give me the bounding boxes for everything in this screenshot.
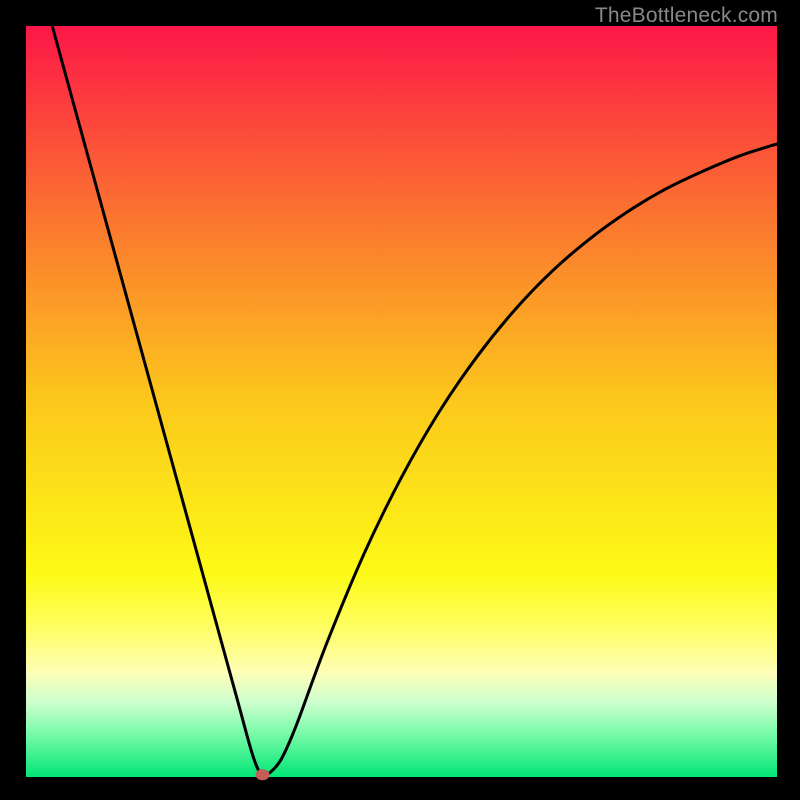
chart-container: TheBottleneck.com (0, 0, 800, 800)
watermark-label: TheBottleneck.com (595, 4, 778, 28)
optimal-point-marker (256, 769, 270, 780)
bottleneck-chart (0, 0, 800, 800)
plot-background (26, 26, 777, 777)
